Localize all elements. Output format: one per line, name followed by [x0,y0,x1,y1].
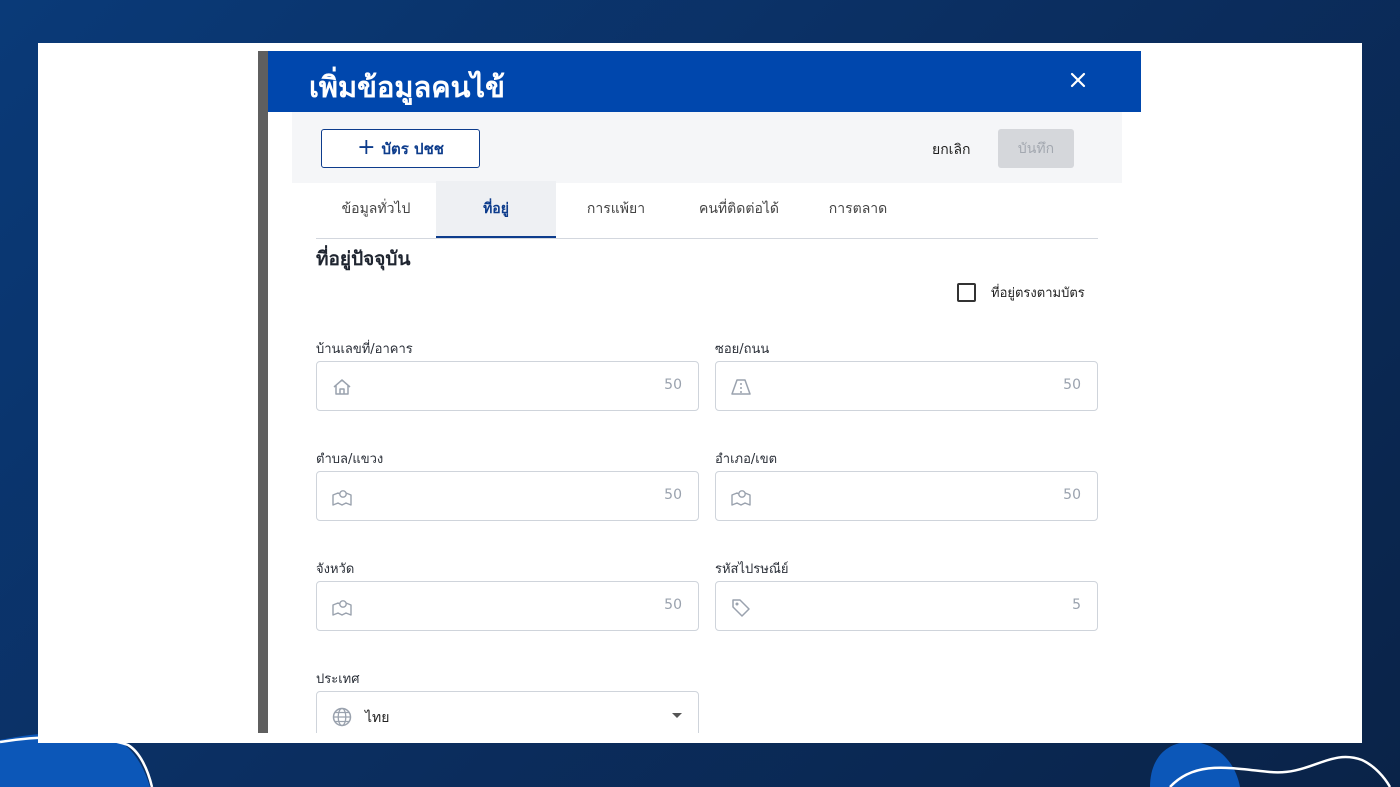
subdistrict-field[interactable]: 50 [316,471,699,521]
add-patient-modal: เพิ่มข้อมูลคนไข้ + บัตร ปชช ยกเลิก บันทึ… [268,51,1141,733]
tag-icon [732,599,750,617]
tab-address[interactable]: ที่อยู่ [436,181,556,238]
tab-marketing[interactable]: การตลาด [802,181,914,237]
province-label: จังหวัด [316,562,355,577]
tab-bar: ข้อมูลทั่วไป ที่อยู่ การแพ้ยา คนที่ติดต่… [316,181,1098,239]
char-limit: 50 [664,487,682,503]
char-limit: 50 [664,377,682,393]
district-input[interactable] [764,482,1047,512]
soi-road-field[interactable]: 50 [715,361,1098,411]
section-title: ที่อยู่ปัจจุบัน [316,248,411,270]
postcode-label: รหัสไปรษณีย์ [715,562,789,577]
house-no-field[interactable]: 50 [316,361,699,411]
checkbox-box[interactable] [957,283,976,302]
province-input[interactable] [365,592,648,622]
char-limit: 50 [1063,377,1081,393]
country-label: ประเทศ [316,672,360,687]
road-icon [731,379,751,395]
subdistrict-label: ตำบล/แขวง [316,452,384,467]
postcode-field[interactable]: 5 [715,581,1098,631]
country-value: ไทย [365,710,390,726]
map-pin-icon [332,600,352,616]
house-no-input[interactable] [365,372,648,402]
soi-road-label: ซอย/ถนน [715,342,770,357]
house-no-label: บ้านเลขที่/อาคาร [316,342,413,357]
modal-title: เพิ่มข้อมูลคนไข้ [309,70,505,104]
district-label: อำเภอ/เขต [715,452,778,467]
plus-icon: + [357,134,376,160]
close-button[interactable] [1063,65,1093,95]
subdistrict-input[interactable] [365,482,648,512]
char-limit: 5 [1072,597,1081,613]
home-icon [333,379,351,395]
modal-header: เพิ่มข้อมูลคนไข้ [268,51,1141,112]
country-select[interactable]: ไทย [316,691,699,733]
modal-toolbar: + บัตร ปชช ยกเลิก บันทึก [292,112,1122,183]
postcode-input[interactable] [764,592,1047,622]
char-limit: 50 [664,597,682,613]
map-pin-icon [332,490,352,506]
id-card-button[interactable]: + บัตร ปชช [321,129,480,168]
map-pin-icon [731,490,751,506]
save-button[interactable]: บันทึก [998,129,1074,168]
same-as-card-label: ที่อยู่ตรงตามบัตร [991,286,1085,301]
province-field[interactable]: 50 [316,581,699,631]
tab-general[interactable]: ข้อมูลทั่วไป [316,181,436,237]
id-card-button-label: บัตร ปชช [381,139,444,158]
same-as-card-checkbox[interactable]: ที่อยู่ตรงตามบัตร [957,282,1085,303]
cancel-button[interactable]: ยกเลิก [932,139,971,161]
chevron-down-icon[interactable] [672,713,682,718]
close-icon [1070,72,1086,88]
district-field[interactable]: 50 [715,471,1098,521]
soi-road-input[interactable] [764,372,1047,402]
char-limit: 50 [1063,487,1081,503]
tab-contacts[interactable]: คนที่ติดต่อได้ [676,181,802,237]
globe-icon [332,707,352,727]
tab-drug-allergy[interactable]: การแพ้ยา [556,181,676,237]
content-card: เพิ่มข้อมูลคนไข้ + บัตร ปชช ยกเลิก บันทึ… [38,43,1362,743]
